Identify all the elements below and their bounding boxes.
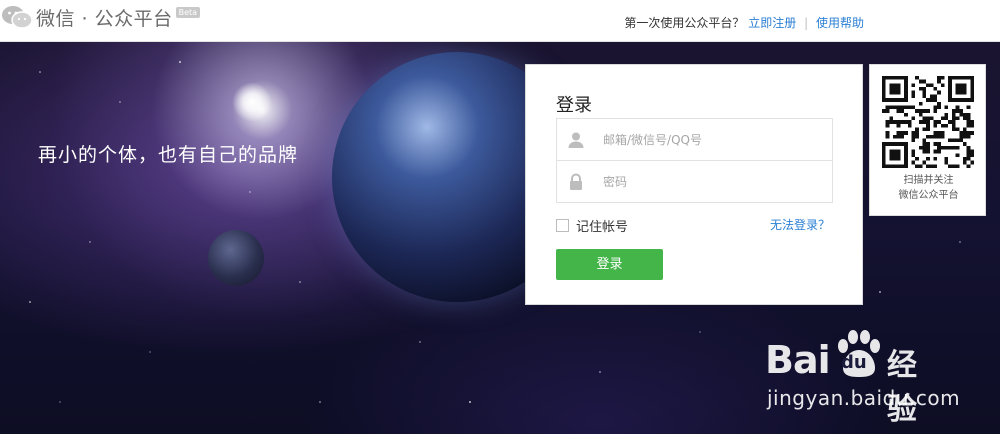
- account-input[interactable]: [603, 129, 818, 151]
- account-field[interactable]: [556, 118, 833, 161]
- watermark-bai: Bai: [765, 338, 831, 382]
- site-logo[interactable]: 微信 · 公众平台 Beta: [0, 2, 201, 32]
- password-input[interactable]: [603, 171, 818, 193]
- planet-small: [208, 230, 264, 286]
- qr-caption-line2: 微信公众平台: [898, 190, 959, 201]
- remember-checkbox[interactable]: [556, 219, 569, 232]
- light-flare: [232, 82, 272, 122]
- header-links: 第一次使用公众平台？ 立即注册 | 使用帮助: [624, 14, 864, 31]
- top-header: 微信 · 公众平台 Beta 第一次使用公众平台？ 立即注册 | 使用帮助: [0, 0, 1000, 42]
- help-link[interactable]: 使用帮助: [816, 16, 864, 30]
- password-field[interactable]: [556, 160, 833, 203]
- login-panel: 登录 记住帐号 无法登录？ 登录: [525, 64, 863, 305]
- user-icon: [568, 132, 584, 148]
- qr-caption: 扫描并关注 微信公众平台: [870, 173, 987, 203]
- qr-caption-line1: 扫描并关注: [903, 175, 954, 186]
- cannot-login-link[interactable]: 无法登录？: [770, 216, 830, 233]
- remember-account[interactable]: 记住帐号: [556, 216, 628, 235]
- lock-icon: [570, 173, 582, 190]
- watermark-jingyan: 经验: [887, 348, 917, 427]
- logo-text: 微信 · 公众平台: [36, 7, 173, 30]
- login-title: 登录: [556, 95, 592, 116]
- qr-panel: 扫描并关注 微信公众平台: [869, 64, 986, 216]
- watermark-url: jingyan.baidu.com: [767, 386, 961, 410]
- login-button[interactable]: 登录: [556, 249, 663, 280]
- wechat-logo-icon: [2, 6, 33, 29]
- hero-slogan: 再小的个体，也有自己的品牌: [38, 144, 299, 166]
- header-separator: |: [804, 16, 809, 30]
- watermark-du: du: [841, 352, 867, 373]
- first-time-text: 第一次使用公众平台？: [624, 16, 745, 30]
- remember-label: 记住帐号: [576, 220, 629, 235]
- qr-code-image: [882, 76, 974, 168]
- register-link[interactable]: 立即注册: [748, 16, 796, 30]
- beta-badge: Beta: [175, 6, 201, 18]
